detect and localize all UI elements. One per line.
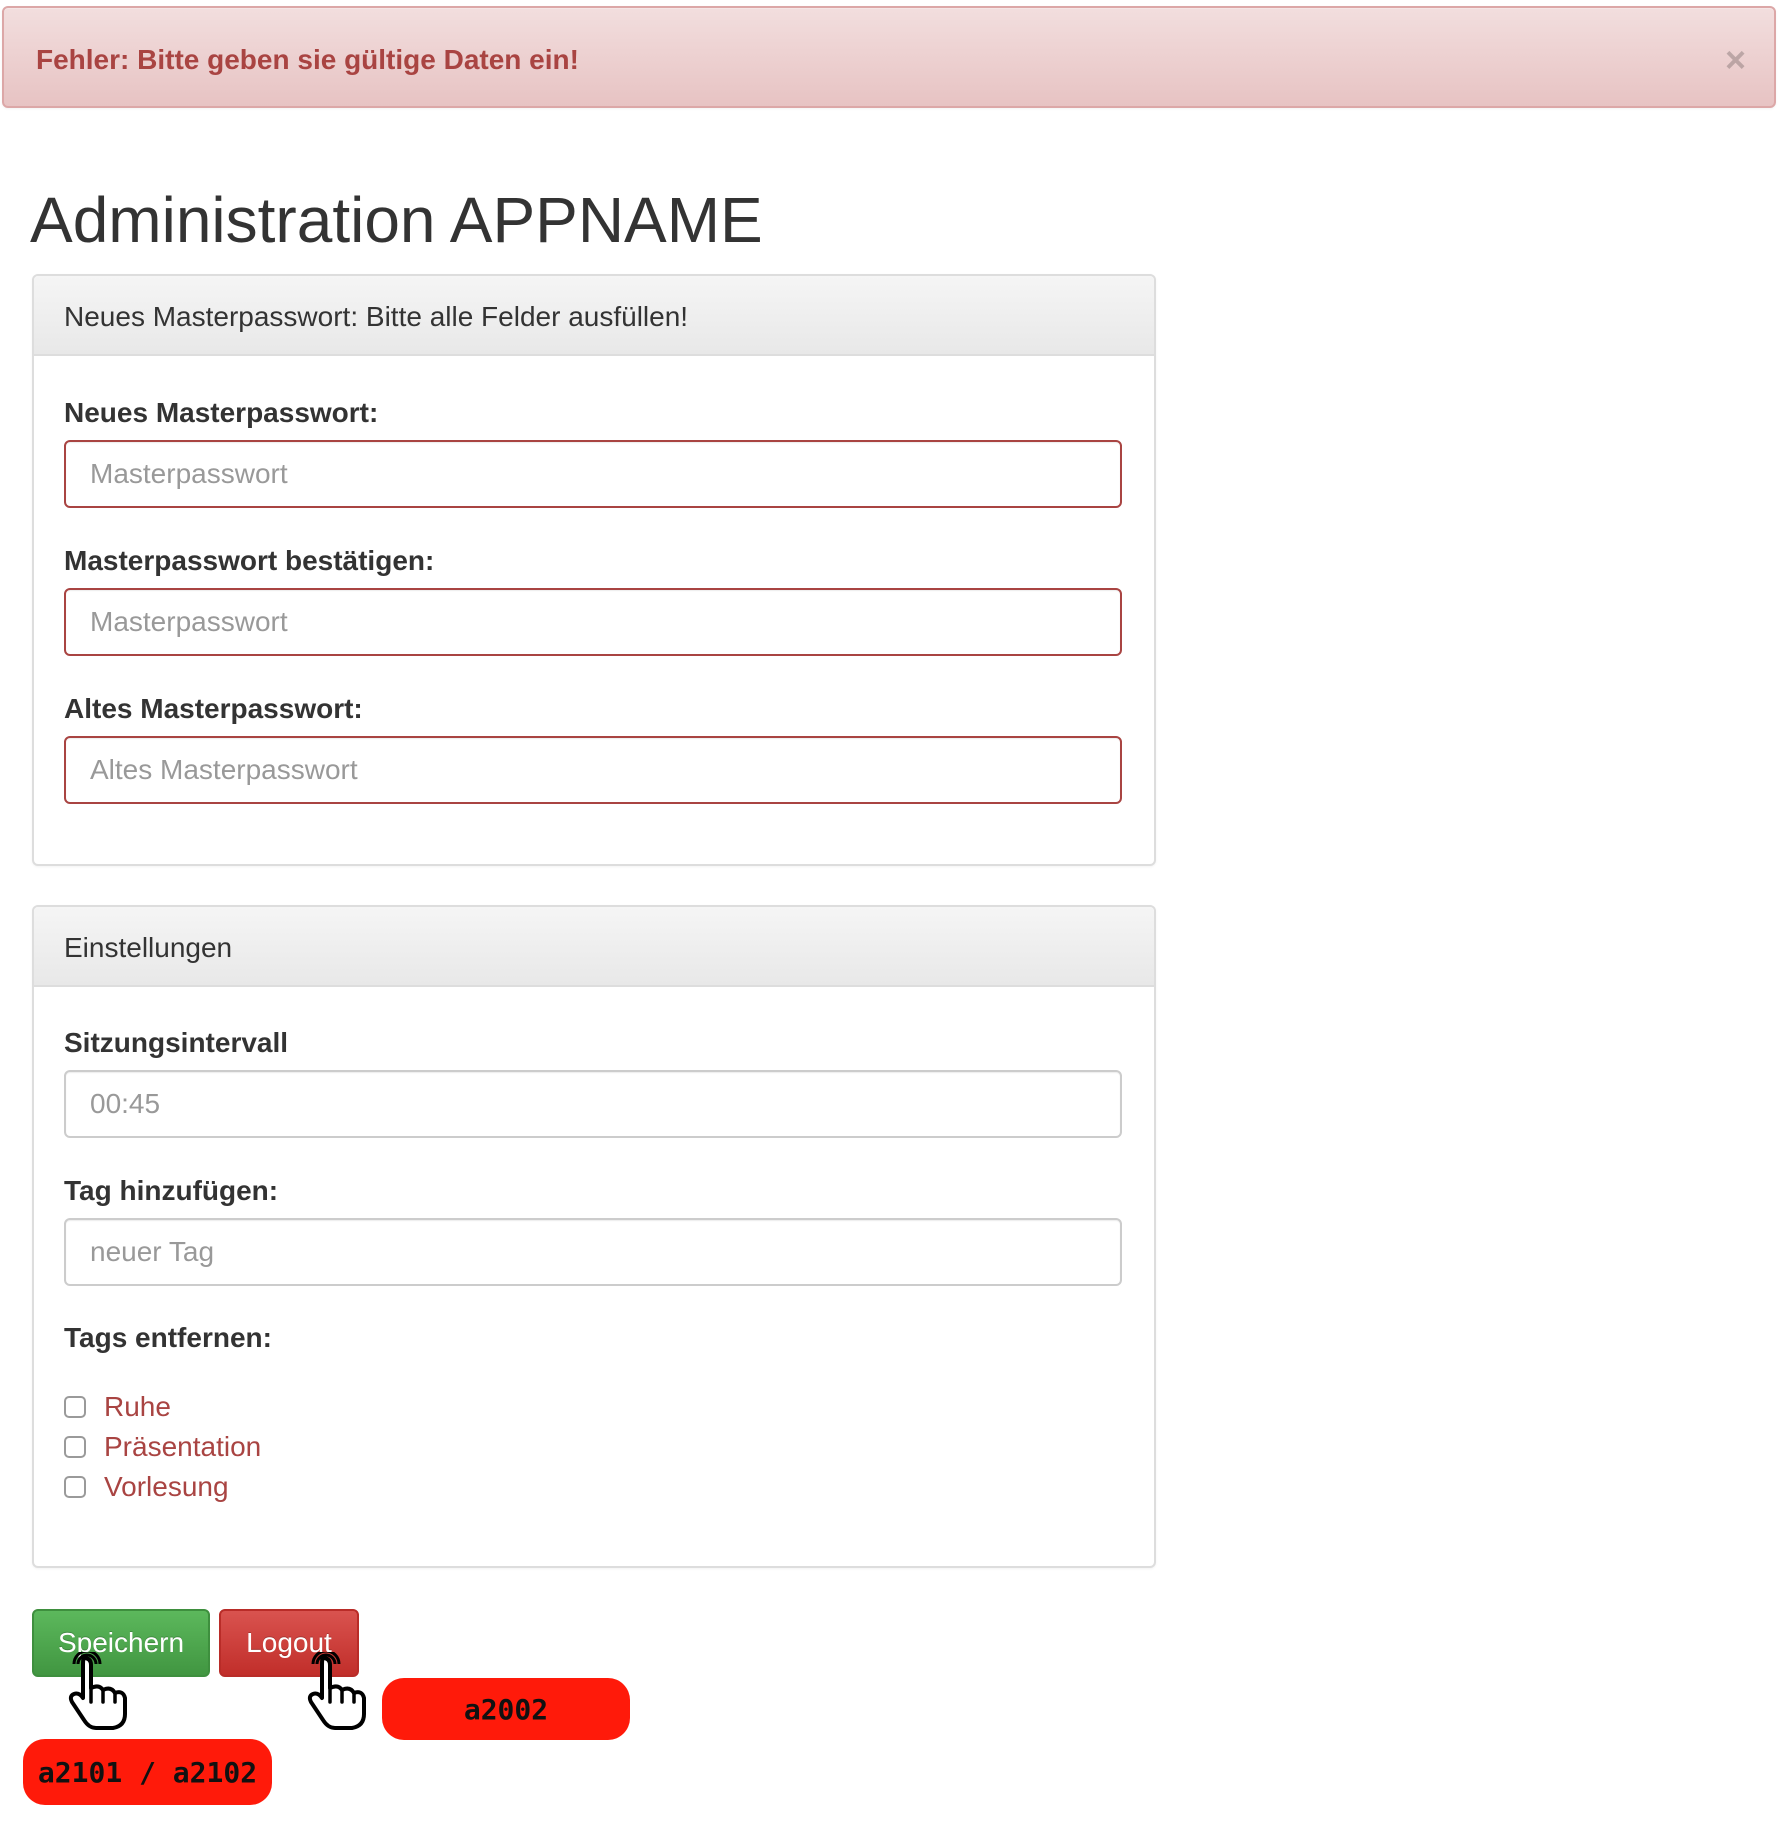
tag-add-input[interactable]	[64, 1218, 1122, 1286]
old-password-label: Altes Masterpasswort:	[64, 693, 363, 724]
hand-pointer-icon	[68, 1652, 127, 1730]
hand-pointer-icon	[307, 1652, 366, 1730]
confirm-password-label: Masterpasswort bestätigen:	[64, 545, 435, 576]
master-password-panel-title: Neues Masterpasswort: Bitte alle Felder …	[64, 301, 689, 332]
close-icon[interactable]: ×	[1725, 42, 1746, 78]
master-password-panel-heading: Neues Masterpasswort: Bitte alle Felder …	[34, 276, 1154, 356]
old-password-input[interactable]	[64, 736, 1122, 804]
new-password-input[interactable]	[64, 440, 1122, 508]
confirm-password-input[interactable]	[64, 588, 1122, 656]
tag-label[interactable]: Ruhe	[104, 1391, 171, 1423]
page-title: Administration APPNAME	[30, 184, 763, 256]
error-alert: Fehler: Bitte geben sie gültige Daten ei…	[2, 6, 1776, 108]
annotation-tag-logout: a2002	[382, 1678, 630, 1740]
session-interval-input[interactable]	[64, 1070, 1122, 1138]
tag-add-label: Tag hinzufügen:	[64, 1175, 279, 1206]
tags-remove-label: Tags entfernen:	[64, 1322, 272, 1353]
settings-panel: Einstellungen Sitzungsintervall Tag hinz…	[32, 905, 1156, 1568]
session-interval-label: Sitzungsintervall	[64, 1027, 289, 1058]
annotation-tag-save: a2101 / a2102	[23, 1739, 272, 1805]
tag-label[interactable]: Vorlesung	[104, 1471, 229, 1503]
new-password-label: Neues Masterpasswort:	[64, 397, 379, 428]
checkbox[interactable]	[64, 1396, 86, 1418]
tag-label[interactable]: Präsentation	[104, 1431, 261, 1463]
checkbox[interactable]	[64, 1476, 86, 1498]
settings-panel-heading: Einstellungen	[34, 907, 1154, 987]
checkbox[interactable]	[64, 1436, 86, 1458]
settings-panel-title: Einstellungen	[64, 932, 233, 963]
master-password-panel: Neues Masterpasswort: Bitte alle Felder …	[32, 274, 1156, 866]
error-alert-text: Fehler: Bitte geben sie gültige Daten ei…	[36, 44, 579, 75]
